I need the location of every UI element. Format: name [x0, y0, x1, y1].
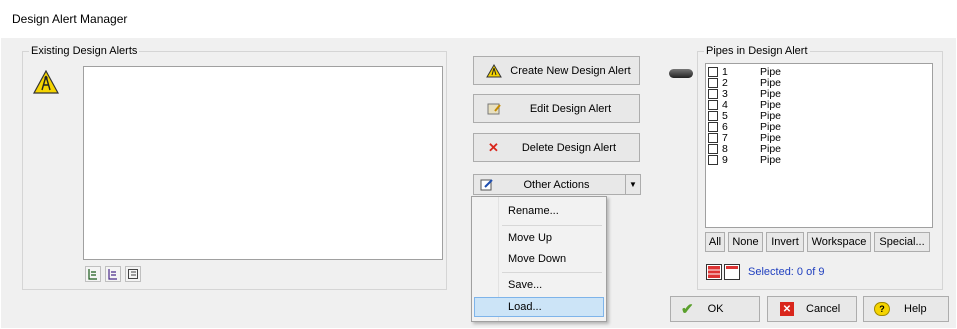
pipe-row[interactable]: 7 Pipe: [708, 132, 781, 144]
cancel-button[interactable]: ✕ Cancel: [767, 296, 857, 322]
pipe-row[interactable]: 9 Pipe: [708, 153, 782, 166]
delete-alert-button[interactable]: ✕ Delete Design Alert: [473, 133, 640, 162]
invert-selection-button[interactable]: Invert: [766, 232, 804, 252]
edit-icon: [486, 102, 502, 116]
pipe-checkbox[interactable]: [708, 154, 718, 165]
help-icon: ?: [874, 302, 890, 316]
select-none-button[interactable]: None: [728, 232, 763, 252]
copy-tool-icon[interactable]: [125, 266, 141, 282]
menu-item-label: Move Up: [508, 232, 553, 244]
ok-label: OK: [707, 303, 724, 315]
design-alert-warning-icon: [32, 69, 60, 94]
chevron-down-icon[interactable]: ▼: [626, 180, 640, 189]
pipe-row[interactable]: 8 Pipe: [708, 143, 781, 155]
other-actions-button[interactable]: Other Actions ▼: [473, 174, 641, 195]
delete-alert-label: Delete Design Alert: [521, 141, 617, 154]
pipe-row[interactable]: 2 Pipe: [708, 77, 781, 89]
menu-item-label: Save...: [508, 279, 543, 291]
pipes-group-label: Pipes in Design Alert: [704, 45, 810, 57]
selection-count: Selected: 0 of 9: [748, 266, 825, 278]
pipe-icon: [669, 69, 693, 78]
menu-item-load[interactable]: Load...: [474, 297, 604, 317]
grid-view-icon[interactable]: [724, 264, 740, 280]
other-actions-label: Other Actions: [523, 178, 590, 191]
pipe-checkbox[interactable]: [708, 66, 718, 77]
pipe-row[interactable]: 3 Pipe: [708, 88, 781, 100]
edit-alert-label: Edit Design Alert: [529, 102, 612, 115]
move-tool-icon[interactable]: [105, 266, 121, 282]
pipe-id: 9: [722, 153, 728, 166]
menu-item-move-down[interactable]: Move Down: [474, 249, 604, 269]
title-bar: Design Alert Manager: [0, 0, 957, 38]
pipe-row[interactable]: 1 Pipe: [708, 66, 781, 78]
existing-alerts-group: Existing Design Alerts: [22, 45, 447, 290]
workspace-selection-button[interactable]: Workspace: [807, 232, 871, 252]
help-button[interactable]: ? Help: [863, 296, 949, 322]
pipes-list[interactable]: 1 Pipe 2 Pipe 3 Pipe 4 Pipe 5 Pipe 6 Pip…: [705, 63, 933, 228]
pipes-group: Pipes in Design Alert 1 Pipe 2 Pipe 3 Pi…: [697, 45, 943, 290]
pipe-type: Pipe: [760, 153, 782, 166]
pipe-checkbox[interactable]: [708, 121, 718, 132]
window-title: Design Alert Manager: [12, 12, 128, 26]
pipe-row[interactable]: 5 Pipe: [708, 110, 781, 122]
pipe-checkbox[interactable]: [708, 132, 718, 143]
menu-separator: [502, 225, 602, 226]
ok-button[interactable]: ✔ OK: [670, 296, 760, 322]
create-alert-label: Create New Design Alert: [510, 64, 631, 77]
cancel-label: Cancel: [806, 303, 841, 315]
warning-icon: [486, 63, 502, 78]
cancel-icon: ✕: [780, 302, 794, 316]
select-all-button[interactable]: All: [705, 232, 725, 252]
pipe-checkbox[interactable]: [708, 77, 718, 88]
edit-alert-button[interactable]: Edit Design Alert: [473, 94, 640, 123]
other-actions-menu: Rename... Move Up Move Down Save... Load…: [471, 196, 607, 322]
menu-item-move-up[interactable]: Move Up: [474, 228, 604, 248]
add-tool-icon[interactable]: [85, 266, 101, 282]
menu-item-label: Move Down: [508, 253, 567, 265]
checkmark-icon: ✔: [681, 301, 694, 318]
delete-icon: ✕: [488, 139, 499, 155]
pipe-checkbox[interactable]: [708, 99, 718, 110]
menu-item-save[interactable]: Save...: [474, 275, 604, 295]
pipe-row[interactable]: 6 Pipe: [708, 121, 781, 133]
list-view-icon[interactable]: [706, 264, 722, 280]
menu-item-label: Rename...: [508, 205, 559, 217]
pipe-checkbox[interactable]: [708, 143, 718, 154]
menu-item-label: Load...: [508, 301, 542, 313]
existing-alerts-list[interactable]: [83, 66, 443, 260]
pipe-checkbox[interactable]: [708, 88, 718, 99]
menu-item-rename[interactable]: Rename...: [474, 201, 604, 221]
create-alert-button[interactable]: Create New Design Alert: [473, 56, 640, 85]
special-selection-button[interactable]: Special...: [874, 232, 930, 252]
pipe-row[interactable]: 4 Pipe: [708, 99, 781, 111]
existing-alerts-label: Existing Design Alerts: [29, 45, 140, 57]
pipe-checkbox[interactable]: [708, 110, 718, 121]
menu-separator: [502, 272, 602, 273]
help-label: Help: [904, 303, 927, 315]
